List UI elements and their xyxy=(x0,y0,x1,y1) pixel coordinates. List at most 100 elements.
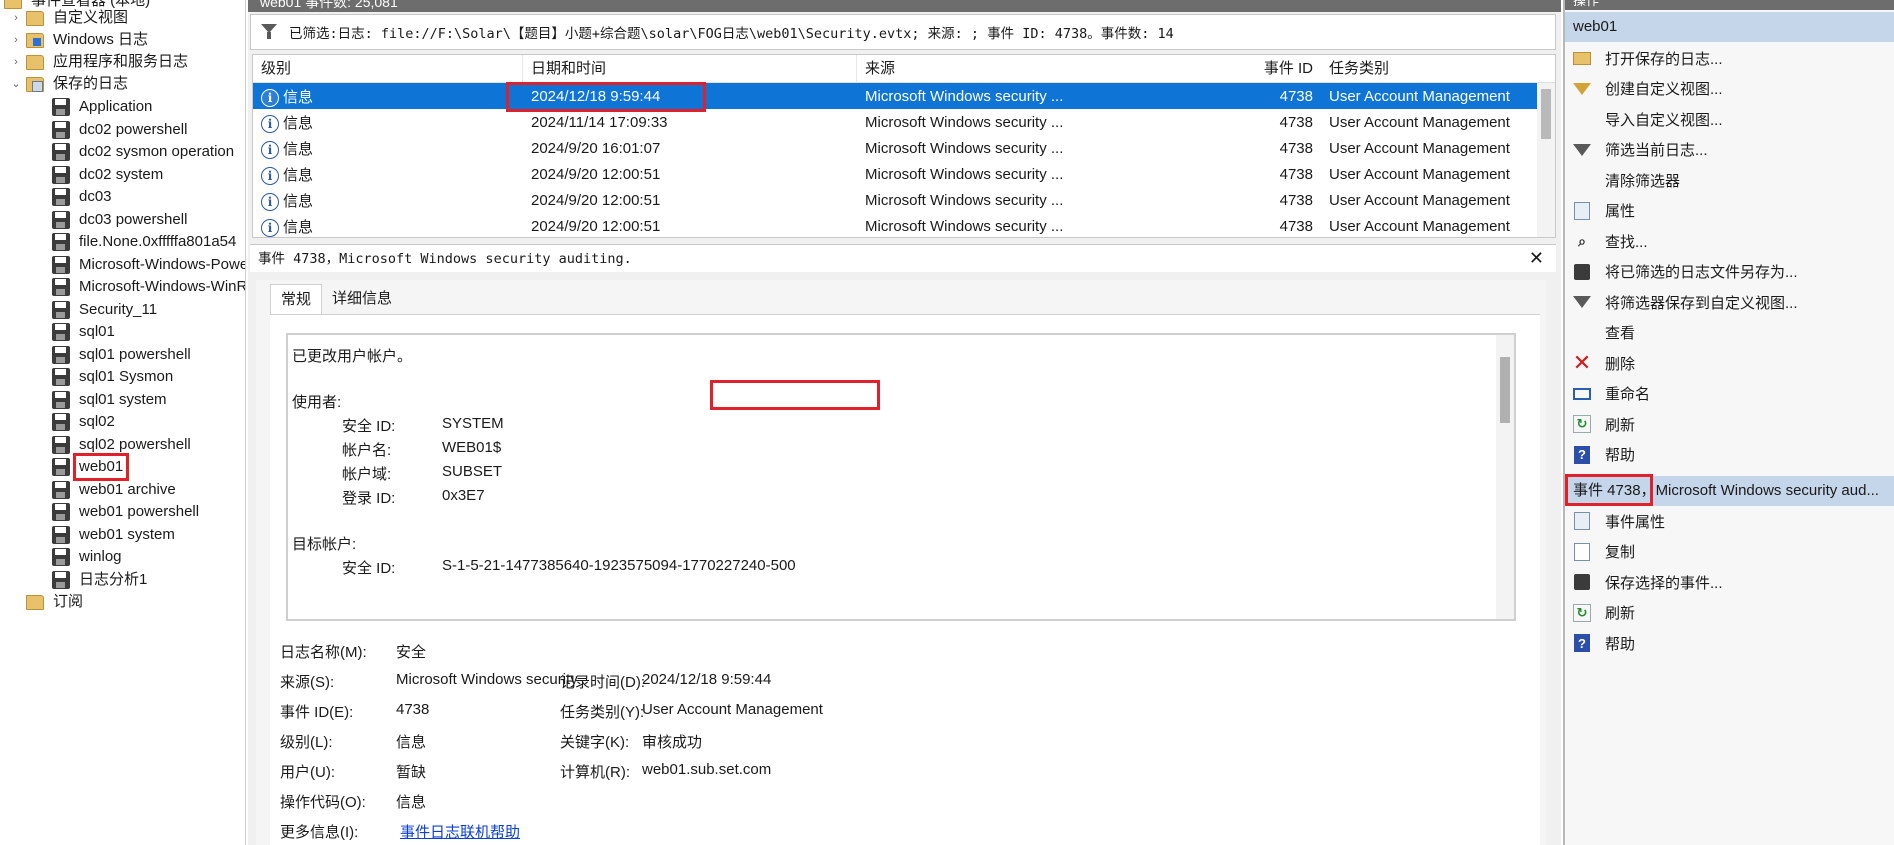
action-item[interactable]: ↻ 刷新 xyxy=(1565,409,1894,439)
action-item[interactable]: ↻ 刷新 xyxy=(1565,598,1894,628)
cell-level: i 信息 xyxy=(253,164,523,185)
saved-log-item[interactable]: Microsoft-Windows-PowerShell xyxy=(52,254,245,276)
action-item[interactable]: 打开保存的日志... xyxy=(1565,43,1894,73)
message-summary: 已更改用户帐户。 xyxy=(292,348,413,365)
saved-log-item[interactable]: winlog xyxy=(52,546,125,568)
action-label: 复制 xyxy=(1605,544,1636,561)
action-item[interactable]: 清除筛选器 xyxy=(1565,165,1894,195)
saved-log-item[interactable]: sql02 xyxy=(52,411,118,433)
prop-log-name-value: 安全 xyxy=(396,644,427,661)
saved-log-item[interactable]: web01 system xyxy=(52,524,178,546)
event-row[interactable]: i 信息 2024/12/18 9:59:44 Microsoft Windows s… xyxy=(253,83,1555,109)
tree-item-subscriptions[interactable]: 订阅 xyxy=(26,591,86,613)
event-row[interactable]: i 信息 2024/9/20 12:00:51 Microsoft Windows s… xyxy=(253,213,1555,237)
saved-log-icon xyxy=(52,165,70,184)
action-item[interactable]: 事件属性 xyxy=(1565,506,1894,536)
column-datetime[interactable]: 日期和时间 xyxy=(523,55,857,82)
event-message-box[interactable]: 已更改用户帐户。 使用者: 安全 ID: SYSTEM 帐户名: WEB01$ … xyxy=(286,333,1516,621)
close-icon[interactable]: ✕ xyxy=(1529,245,1544,273)
action-item[interactable]: 筛选当前日志... xyxy=(1565,135,1894,165)
tree-item-saved-logs[interactable]: ⌄ 保存的日志 xyxy=(10,73,131,95)
tab-general[interactable]: 常规 xyxy=(270,284,323,314)
prop-opcode-value: 信息 xyxy=(396,794,427,811)
chevron-right-icon[interactable]: › xyxy=(10,29,22,51)
tree-item-app-logs[interactable]: › 应用程序和服务日志 xyxy=(10,51,191,73)
column-source[interactable]: 来源 xyxy=(857,55,1251,82)
event-row[interactable]: i 信息 2024/9/20 16:01:07 Microsoft Windows s… xyxy=(253,135,1555,161)
scrollbar-thumb[interactable] xyxy=(1541,89,1551,139)
annotation-highlight-logged-time xyxy=(710,380,880,410)
prop-event-id-key: 事件 ID(E): xyxy=(280,704,354,721)
saved-log-item[interactable]: 日志分析1 xyxy=(52,569,150,591)
action-item[interactable]: 导入自定义视图... xyxy=(1565,104,1894,134)
saved-log-item[interactable]: dc02 sysmon operation xyxy=(52,141,237,163)
action-item[interactable]: ? 帮助 xyxy=(1565,628,1894,658)
saved-log-item[interactable]: file.None.0xfffffa801a54 xyxy=(52,231,239,253)
saved-log-label: 日志分析1 xyxy=(79,570,148,588)
saved-log-item[interactable]: dc03 powershell xyxy=(52,209,190,231)
chevron-down-icon[interactable]: ⌄ xyxy=(10,73,22,95)
tree-item-custom-views[interactable]: › 自定义视图 xyxy=(10,7,131,29)
action-item[interactable]: 创建自定义视图... xyxy=(1565,74,1894,104)
event-row[interactable]: i 信息 2024/9/20 12:00:51 Microsoft Windows s… xyxy=(253,161,1555,187)
saved-log-item[interactable]: sql01 xyxy=(52,321,118,343)
cell-event-id-text: 4738 xyxy=(1279,191,1313,209)
info-icon: i xyxy=(261,140,279,159)
cell-event-id-text: 4738 xyxy=(1279,165,1313,183)
message-scrollbar[interactable] xyxy=(1496,335,1514,619)
saved-log-item[interactable]: web01 powershell xyxy=(52,501,202,523)
saved-log-item[interactable]: sql01 system xyxy=(52,389,170,411)
saved-log-item[interactable]: sql01 powershell xyxy=(52,344,194,366)
actions-section-log[interactable]: web01 xyxy=(1565,12,1894,42)
annotation-highlight-event-section xyxy=(1565,474,1653,506)
blank-icon xyxy=(1571,108,1593,130)
event-list-scrollbar[interactable] xyxy=(1537,83,1555,237)
action-item[interactable]: 保存选择的事件... xyxy=(1565,567,1894,597)
action-label: 查找... xyxy=(1605,233,1648,251)
column-event-id[interactable]: 事件 ID xyxy=(1251,55,1321,82)
refresh-icon: ↻ xyxy=(1571,413,1593,435)
online-help-link[interactable]: 事件日志联机帮助 xyxy=(400,821,520,842)
saved-log-item[interactable]: sql02 powershell xyxy=(52,434,194,456)
tree-item-windows-logs[interactable]: › Windows 日志 xyxy=(10,29,151,51)
saved-log-item[interactable]: web01 xyxy=(52,453,130,481)
prop-event-id-value: 4738 xyxy=(396,701,430,718)
cell-level: i 信息 xyxy=(253,86,523,107)
event-row[interactable]: i 信息 2024/11/14 17:09:33 Microsoft Windows … xyxy=(253,109,1555,135)
column-level[interactable]: 级别 xyxy=(253,55,523,82)
saved-log-item[interactable]: web01 archive xyxy=(52,479,179,501)
action-item[interactable]: ✕ 删除 xyxy=(1565,348,1894,378)
subject-account-key: 帐户名: xyxy=(342,442,392,459)
saved-log-item[interactable]: Security_11 xyxy=(52,299,160,321)
subscriptions-folder-icon xyxy=(26,594,44,610)
scrollbar-thumb[interactable] xyxy=(1500,357,1510,423)
action-item[interactable]: 将筛选器保存到自定义视图... xyxy=(1565,287,1894,317)
saved-log-label: dc02 powershell xyxy=(79,120,188,138)
saved-log-label: Application xyxy=(79,98,153,115)
chevron-right-icon[interactable]: › xyxy=(10,7,22,29)
cell-datetime: 2024/9/20 12:00:51 xyxy=(523,218,857,235)
saved-log-item[interactable]: sql01 Sysmon xyxy=(52,366,176,388)
cell-source-text: Microsoft Windows security ... xyxy=(865,217,1064,235)
subject-domain-value: SUBSET xyxy=(442,463,503,480)
action-item[interactable]: 重命名 xyxy=(1565,379,1894,409)
event-row[interactable]: i 信息 2024/9/20 12:00:51 Microsoft Windows s… xyxy=(253,187,1555,213)
saved-log-item[interactable]: dc03 xyxy=(52,186,115,208)
action-item[interactable]: 查看 xyxy=(1565,318,1894,348)
saved-log-item[interactable]: Application xyxy=(52,96,155,118)
saved-log-item[interactable]: dc02 system xyxy=(52,164,166,186)
chevron-right-icon[interactable]: › xyxy=(10,51,22,73)
event-list: 级别 日期和时间 来源 事件 ID 任务类别 i 信息 2024/12/18 9:5… xyxy=(252,54,1556,238)
saved-log-item[interactable]: Microsoft-Windows-WinRM xyxy=(52,276,245,298)
action-item[interactable]: 属性 xyxy=(1565,196,1894,226)
saved-log-item[interactable]: dc02 powershell xyxy=(52,119,190,141)
saved-log-icon xyxy=(52,323,70,341)
column-task-category[interactable]: 任务类别 xyxy=(1321,55,1521,82)
target-sid-value: S-1-5-21-1477385640-1923575094-177022724… xyxy=(442,557,796,574)
action-item[interactable]: ? 帮助 xyxy=(1565,440,1894,470)
action-item[interactable]: 复制 xyxy=(1565,537,1894,567)
action-item[interactable]: 将已筛选的日志文件另存为... xyxy=(1565,257,1894,287)
event-rows: i 信息 2024/12/18 9:59:44 Microsoft Windows s… xyxy=(253,83,1555,237)
tab-details[interactable]: 详细信息 xyxy=(322,284,402,314)
action-item[interactable]: ⌕ 查找... xyxy=(1565,226,1894,256)
